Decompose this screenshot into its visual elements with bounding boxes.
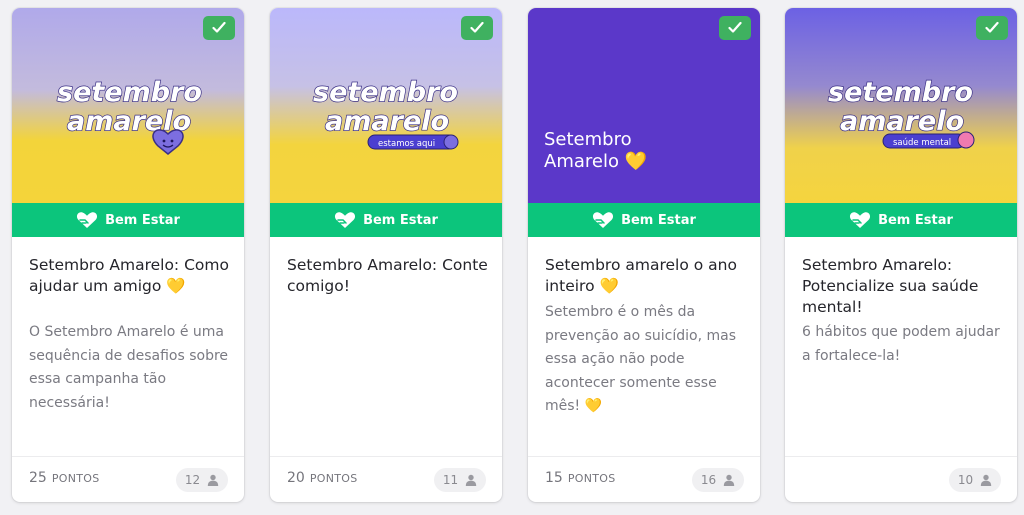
art-line-1: setembro — [313, 77, 458, 108]
person-icon — [723, 474, 735, 486]
person-icon — [465, 474, 477, 486]
card-banner: setembro amarelo estamos aqui — [270, 8, 502, 203]
challenge-card[interactable]: setembro amarelo Bem Estar Setembro Amar… — [12, 8, 244, 502]
banner-artwork: setembro amarelo — [56, 76, 203, 155]
art-line-2: Amarelo 💛 — [544, 151, 648, 172]
art-line-1: setembro — [828, 77, 973, 108]
points-unit: PONTOS — [51, 472, 100, 485]
points: 15 PONTOS — [545, 470, 616, 486]
banner-artwork: setembro amarelo saúde mental — [827, 76, 975, 149]
check-icon — [470, 21, 484, 33]
card-banner: setembro amarelo — [12, 8, 244, 203]
completed-badge — [976, 16, 1008, 40]
participants-pill: 11 — [434, 468, 486, 492]
points-value: 25 — [29, 470, 47, 486]
participants-pill: 12 — [176, 468, 228, 492]
category-label: Bem Estar — [363, 212, 438, 228]
completed-badge — [203, 16, 235, 40]
category-bar: Bem Estar — [12, 203, 244, 237]
card-title[interactable]: Setembro amarelo o ano inteiro 💛 — [545, 255, 750, 297]
art-line-1: Setembro — [544, 129, 632, 150]
banner-artwork: setembro amarelo estamos aqui — [312, 76, 459, 150]
smiling-heart-icon — [152, 129, 184, 155]
points-value: 15 — [545, 470, 563, 486]
art-line-2: amarelo — [325, 106, 449, 137]
footer-divider — [528, 456, 760, 457]
banner-title: Setembro Amarelo 💛 — [544, 129, 647, 173]
check-icon — [212, 21, 226, 33]
art-badge-label: estamos aqui — [378, 139, 435, 149]
challenge-card[interactable]: Setembro Amarelo 💛 Bem Estar Setembro am… — [528, 8, 760, 502]
category-label: Bem Estar — [621, 212, 696, 228]
category-bar: Bem Estar — [528, 203, 760, 237]
person-icon — [207, 474, 219, 486]
points-unit: PONTOS — [567, 472, 616, 485]
card-description: O Setembro Amarelo é uma sequência de de… — [29, 324, 229, 411]
card-banner: setembro amarelo saúde mental — [785, 8, 1017, 203]
footer-divider — [12, 456, 244, 457]
check-icon — [985, 21, 999, 33]
category-bar: Bem Estar — [785, 203, 1017, 237]
challenge-card[interactable]: setembro amarelo estamos aqui Bem Estar … — [270, 8, 502, 502]
card-description: Setembro é o mês da prevenção ao suicídi… — [545, 304, 737, 414]
heart-hand-icon — [77, 212, 98, 228]
card-title[interactable]: Setembro Amarelo: Conte comigo! — [287, 255, 492, 297]
art-line-1: setembro — [57, 77, 202, 108]
participants-count: 11 — [442, 473, 459, 487]
completed-badge — [461, 16, 493, 40]
footer-divider — [785, 456, 1017, 457]
points-value: 20 — [287, 470, 305, 486]
category-label: Bem Estar — [105, 212, 180, 228]
card-title[interactable]: Setembro Amarelo: Potencialize sua saúde… — [802, 255, 1007, 318]
brain-icon — [957, 131, 975, 149]
challenge-card[interactable]: setembro amarelo saúde mental Bem Estar … — [785, 8, 1017, 502]
points-unit: PONTOS — [309, 472, 358, 485]
heart-hand-icon — [335, 212, 356, 228]
completed-badge — [719, 16, 751, 40]
art-badge-label: saúde mental — [893, 138, 951, 148]
art-line-2: amarelo — [840, 106, 964, 137]
participants-count: 12 — [184, 473, 201, 487]
star-icon — [443, 134, 459, 150]
check-icon — [728, 21, 742, 33]
card-banner: Setembro Amarelo 💛 — [528, 8, 760, 203]
category-label: Bem Estar — [878, 212, 953, 228]
category-bar: Bem Estar — [270, 203, 502, 237]
person-icon — [980, 474, 992, 486]
points: 25 PONTOS — [29, 470, 100, 486]
participants-pill: 10 — [949, 468, 1001, 492]
card-description: 6 hábitos que podem ajudar a fortalece-l… — [802, 324, 1000, 364]
participants-pill: 16 — [692, 468, 744, 492]
footer-divider — [270, 456, 502, 457]
heart-hand-icon — [850, 212, 871, 228]
points: 20 PONTOS — [287, 470, 358, 486]
participants-count: 16 — [700, 473, 717, 487]
heart-hand-icon — [593, 212, 614, 228]
participants-count: 10 — [957, 473, 974, 487]
card-title[interactable]: Setembro Amarelo: Como ajudar um amigo 💛 — [29, 255, 234, 297]
